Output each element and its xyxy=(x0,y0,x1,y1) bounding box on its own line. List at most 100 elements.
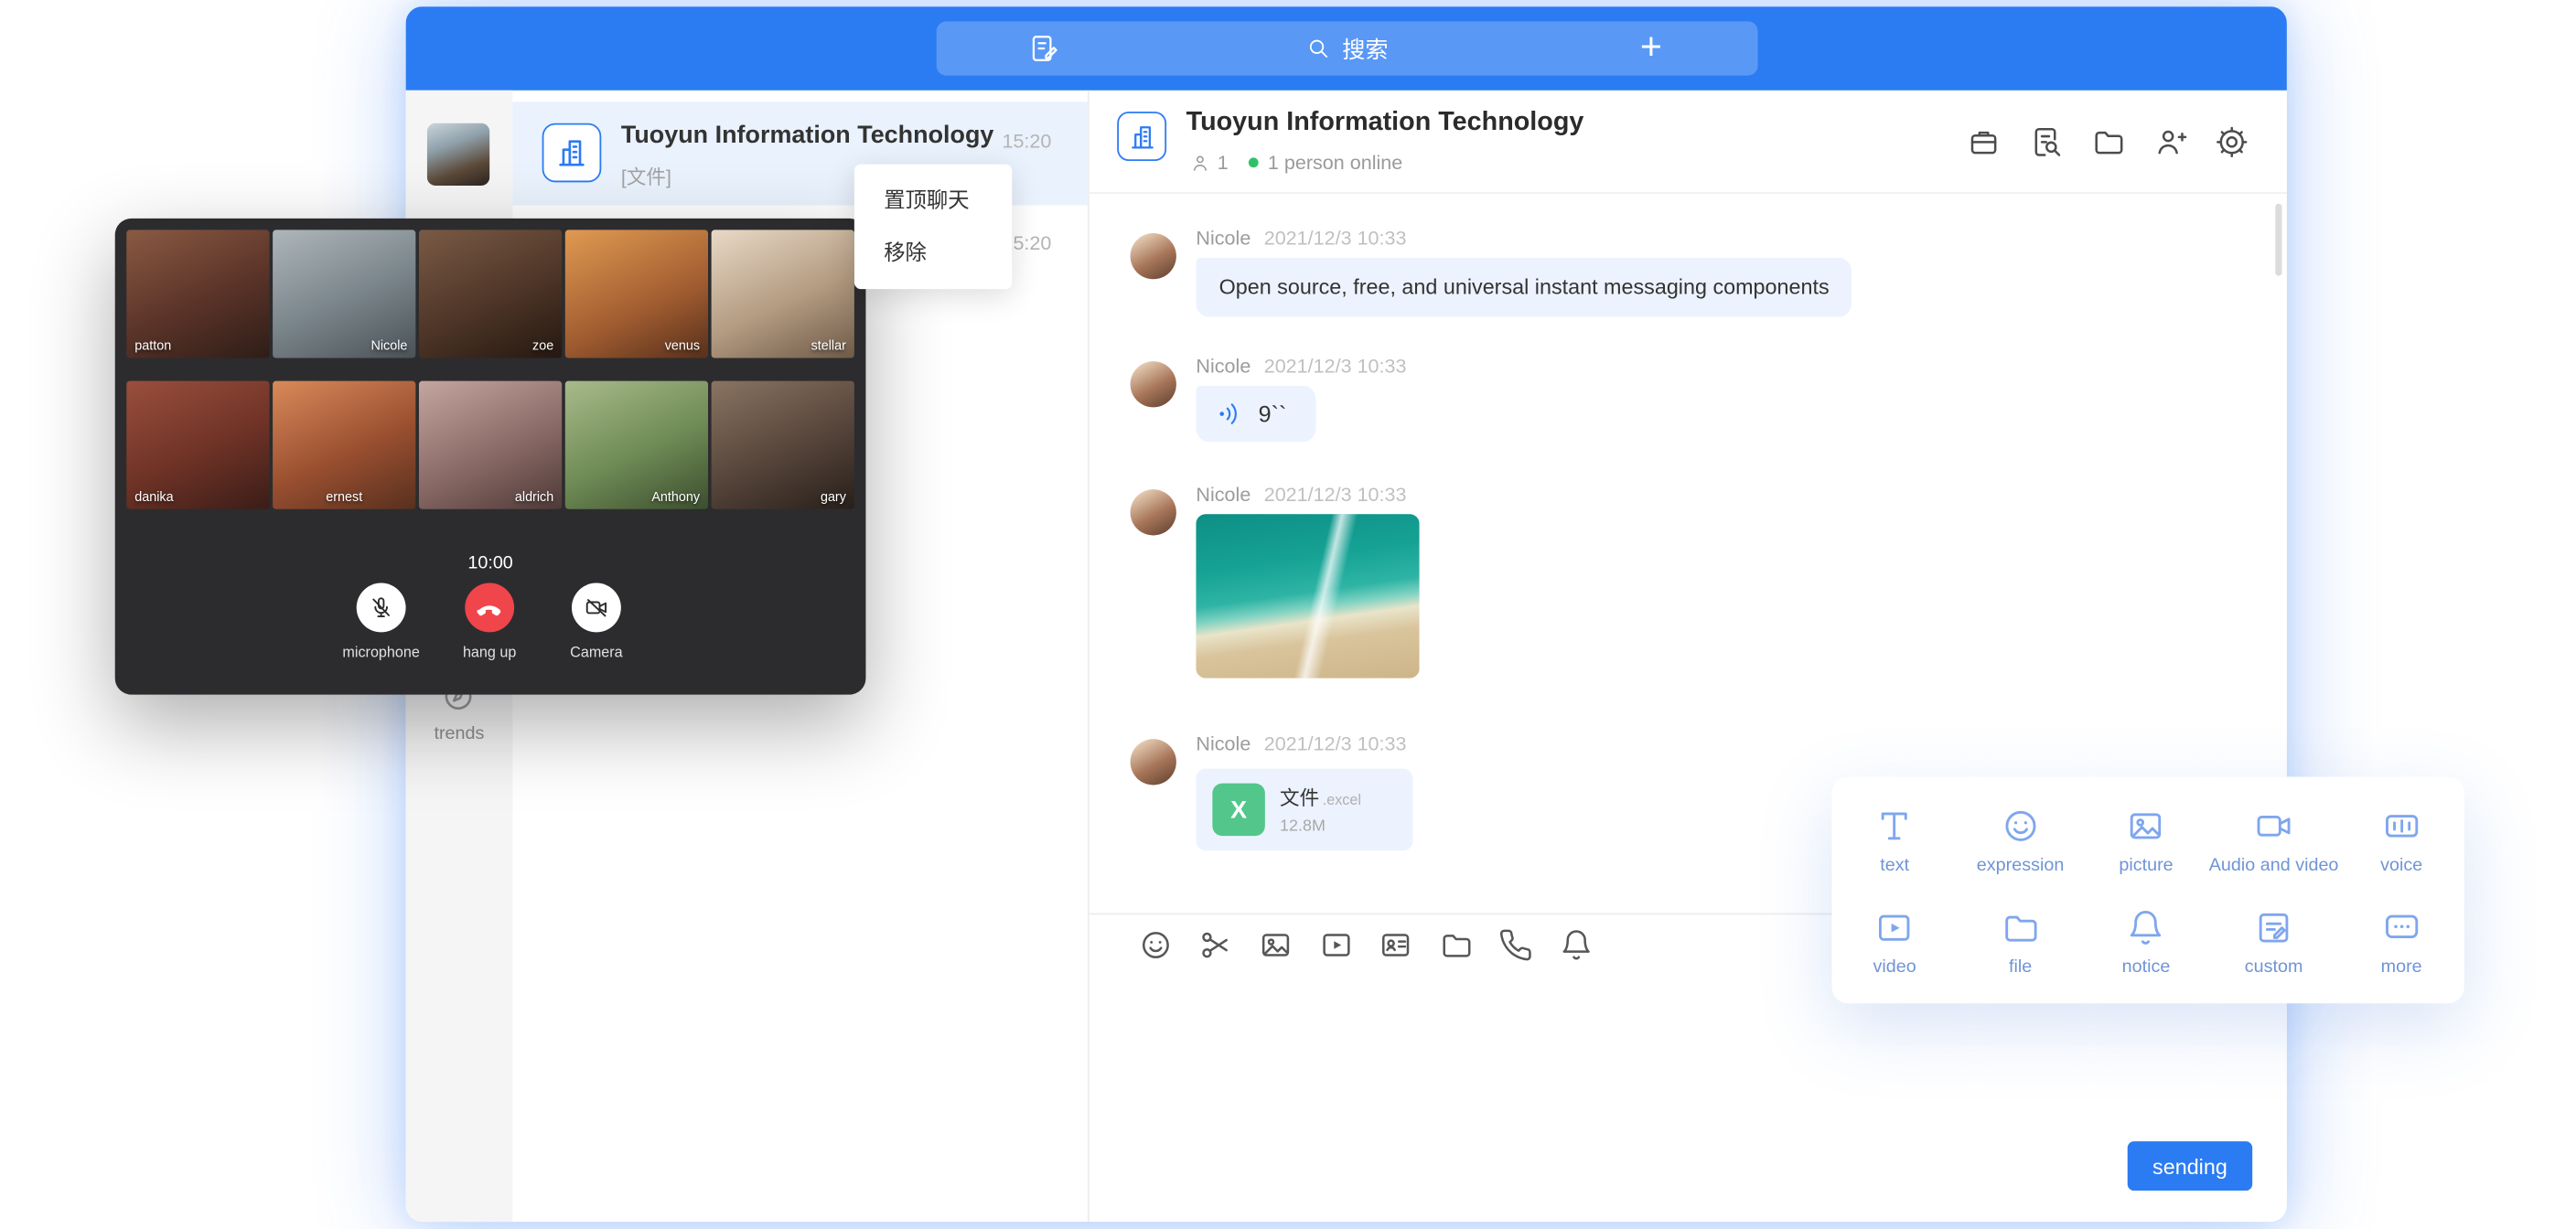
feature-more[interactable]: more xyxy=(2338,892,2463,993)
sender-name: Nicole xyxy=(1196,355,1250,378)
feature-voice[interactable]: voice xyxy=(2338,790,2463,892)
call-icon[interactable] xyxy=(1498,928,1533,963)
expression-icon xyxy=(2001,807,2040,846)
group-files-icon[interactable] xyxy=(2091,124,2126,159)
participant-name: Anthony xyxy=(651,489,700,504)
participant-tile[interactable]: patton xyxy=(126,230,269,358)
send-button[interactable]: sending xyxy=(2128,1141,2252,1191)
feature-video[interactable]: video xyxy=(1831,892,1957,993)
participant-name: danika xyxy=(134,489,173,504)
feature-audio-video[interactable]: Audio and video xyxy=(2209,790,2339,892)
feature-file[interactable]: file xyxy=(1958,892,2083,993)
voice-icon xyxy=(2382,807,2421,846)
conversation-subtitle: [文件] xyxy=(621,163,671,191)
add-button[interactable]: + xyxy=(1544,27,1757,70)
folder-icon[interactable] xyxy=(1439,928,1474,963)
file-size: 12.8M xyxy=(1280,818,1361,836)
hang-up-button[interactable]: hang up xyxy=(432,583,547,660)
feature-notice[interactable]: notice xyxy=(2083,892,2208,993)
online-status: 1 person online xyxy=(1268,151,1402,174)
participant-name: venus xyxy=(665,338,700,353)
screenshot-icon[interactable] xyxy=(1197,928,1232,963)
voice-message-bubble[interactable]: 9`` xyxy=(1196,386,1315,442)
feature-label: custom xyxy=(2245,957,2303,978)
user-avatar[interactable] xyxy=(427,123,489,186)
message-time: 2021/12/3 10:33 xyxy=(1264,355,1407,378)
feature-custom[interactable]: custom xyxy=(2209,892,2339,993)
participant-tile[interactable]: ernest xyxy=(273,381,415,509)
add-member-icon[interactable] xyxy=(2153,124,2188,159)
participant-tile[interactable]: danika xyxy=(126,381,269,509)
file-message-card[interactable]: X 文件.excel 12.8M xyxy=(1196,768,1412,850)
menu-item-remove[interactable]: 移除 xyxy=(854,227,1012,279)
feature-label: more xyxy=(2381,957,2422,978)
message-meta: Nicole2021/12/3 10:33 xyxy=(1196,732,1406,755)
feature-label: file xyxy=(2009,957,2032,978)
participant-tile[interactable]: Nicole xyxy=(273,230,415,358)
note-edit-icon xyxy=(1027,33,1058,64)
trends-label[interactable]: trends xyxy=(406,724,513,744)
new-chat-button[interactable] xyxy=(937,33,1150,64)
participant-name: Nicole xyxy=(370,338,407,353)
microphone-button[interactable]: microphone xyxy=(324,583,439,660)
chat-title: Tuoyun Information Technology xyxy=(1186,109,1584,138)
picture-icon[interactable] xyxy=(1259,928,1293,963)
participant-tile[interactable]: gary xyxy=(712,381,854,509)
chat-header-group-icon xyxy=(1117,112,1166,161)
sound-wave-icon xyxy=(1216,399,1245,428)
participant-tile[interactable]: stellar xyxy=(712,230,854,358)
participant-tile[interactable]: Anthony xyxy=(565,381,708,509)
scrollbar[interactable] xyxy=(2275,204,2281,276)
bell-icon xyxy=(2126,908,2165,947)
call-timer: 10:00 xyxy=(115,553,866,573)
file-folder-icon xyxy=(2001,908,2040,947)
feature-picture[interactable]: picture xyxy=(2083,790,2208,892)
header-divider xyxy=(1088,192,2287,194)
mic-label: microphone xyxy=(342,644,419,660)
file-info: 文件.excel 12.8M xyxy=(1280,784,1361,836)
conversation-title: Tuoyun Information Technology xyxy=(621,122,1007,150)
sender-name: Nicole xyxy=(1196,732,1250,755)
feature-text[interactable]: text xyxy=(1831,790,1957,892)
feature-expression[interactable]: expression xyxy=(1958,790,2083,892)
camera-off-icon xyxy=(584,594,610,621)
top-bar: 搜索 + xyxy=(406,6,2287,91)
text-message-bubble[interactable]: Open source, free, and universal instant… xyxy=(1196,258,1852,317)
participant-tile[interactable]: venus xyxy=(565,230,708,358)
sender-avatar[interactable] xyxy=(1131,361,1176,407)
feature-label: picture xyxy=(2119,856,2173,876)
video-call-window: patton Nicole zoe venus stellar danika e… xyxy=(115,219,866,695)
text-icon xyxy=(1875,807,1915,846)
conversation-context-menu: 置顶聊天 移除 xyxy=(854,165,1012,289)
sender-avatar[interactable] xyxy=(1131,739,1176,785)
participant-grid: patton Nicole zoe venus stellar danika e… xyxy=(126,230,854,508)
sender-avatar[interactable] xyxy=(1131,489,1176,535)
building-icon xyxy=(553,134,590,171)
voice-duration: 9`` xyxy=(1259,401,1287,427)
participant-tile[interactable]: zoe xyxy=(419,230,562,358)
camera-button[interactable]: Camera xyxy=(539,583,654,660)
notice-icon[interactable] xyxy=(1559,928,1594,963)
group-notice-icon[interactable] xyxy=(1967,124,2002,159)
settings-gear-icon[interactable] xyxy=(2215,124,2249,159)
search-icon xyxy=(1306,37,1331,61)
panel-divider xyxy=(1088,91,1089,1222)
hang-up-icon xyxy=(475,593,504,622)
feature-label: Audio and video xyxy=(2209,856,2339,876)
video-icon[interactable] xyxy=(1319,928,1354,963)
card-icon[interactable] xyxy=(1379,928,1413,963)
member-count: 1 xyxy=(1218,151,1229,174)
image-message-beach[interactable] xyxy=(1196,514,1419,679)
video-play-icon xyxy=(1875,908,1915,947)
video-camera-icon xyxy=(2254,807,2293,846)
menu-item-pin-chat[interactable]: 置顶聊天 xyxy=(854,174,1012,226)
emoji-icon[interactable] xyxy=(1139,928,1174,963)
search-history-icon[interactable] xyxy=(2029,124,2064,159)
message-meta: Nicole 2021/12/3 10:33 xyxy=(1196,355,1406,378)
message-meta: Nicole2021/12/3 10:33 xyxy=(1196,483,1406,506)
sender-avatar[interactable] xyxy=(1131,233,1176,279)
feature-label: notice xyxy=(2122,957,2171,978)
search-input[interactable]: 搜索 xyxy=(1150,32,1544,65)
participant-tile[interactable]: aldrich xyxy=(419,381,562,509)
picture-icon xyxy=(2126,807,2165,846)
